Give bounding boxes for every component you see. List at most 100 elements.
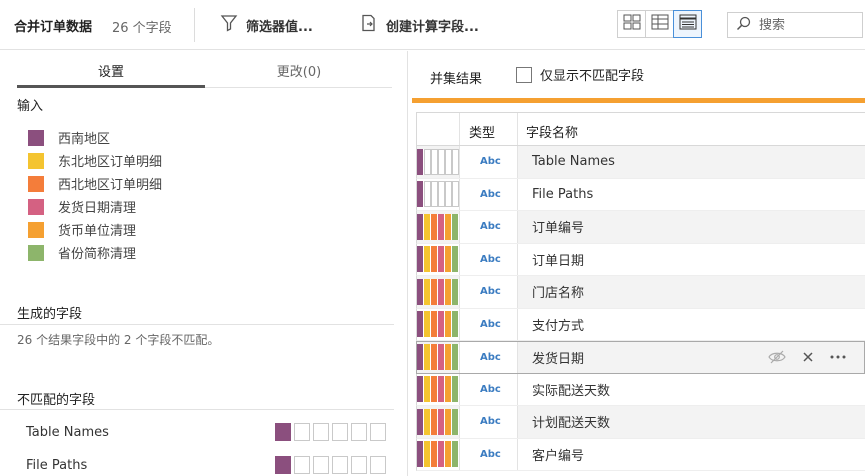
input-label: 发货日期清理: [58, 201, 137, 216]
more-options-icon[interactable]: [830, 355, 846, 359]
color-strip: [417, 311, 459, 338]
input-presence-cell: [445, 213, 452, 240]
input-presence-cell: [417, 148, 424, 175]
mismatched-field-row[interactable]: File Paths: [26, 454, 386, 476]
field-name-cell[interactable]: File Paths: [518, 179, 865, 211]
field-type-cell[interactable]: Abc: [460, 276, 518, 308]
field-name-cell[interactable]: 客户编号: [518, 439, 865, 471]
profile-view-button[interactable]: [617, 10, 646, 38]
input-presence-cell: [431, 213, 438, 240]
view-toggle-group: [617, 10, 702, 38]
input-presence-cell: [452, 408, 459, 435]
input-presence-cell: [452, 246, 459, 273]
tab-changes[interactable]: 更改(0): [205, 61, 393, 80]
field-row[interactable]: Abc 订单日期: [416, 243, 865, 276]
input-presence-cell: [452, 148, 459, 175]
input-label: 西南地区: [58, 132, 111, 147]
field-row[interactable]: Abc Table Names: [416, 146, 865, 179]
input-presence-cell: [452, 311, 459, 338]
field-row[interactable]: Abc 实际配送天数: [416, 373, 865, 406]
input-presence-cell: [438, 181, 445, 208]
input-presence-cell: [424, 344, 431, 371]
input-presence-cell: [431, 376, 438, 403]
list-view-button[interactable]: [673, 10, 702, 38]
field-name-cell[interactable]: 计划配送天数: [518, 406, 865, 438]
field-row[interactable]: Abc File Paths: [416, 178, 865, 211]
field-row[interactable]: Abc 门店名称: [416, 276, 865, 309]
input-item[interactable]: 发货日期清理: [28, 195, 162, 218]
filter-values-button[interactable]: 筛选器值...: [220, 14, 313, 36]
tab-settings[interactable]: 设置: [17, 61, 205, 80]
input-color-strip: [417, 178, 460, 210]
field-type-cell[interactable]: Abc: [460, 308, 518, 340]
input-color-strip: [417, 276, 460, 308]
input-color-swatch: [28, 152, 44, 169]
presence-cell: [351, 456, 367, 474]
input-presence-cell: [445, 408, 452, 435]
type-column-header[interactable]: 类型: [460, 113, 518, 145]
data-grid-view-button[interactable]: [645, 10, 674, 38]
remove-field-icon[interactable]: [802, 351, 814, 363]
mismatched-field-row[interactable]: Table Names: [26, 421, 386, 443]
input-presence-cell: [431, 278, 438, 305]
input-item[interactable]: 东北地区订单明细: [28, 149, 162, 172]
input-presence-cell: [417, 376, 424, 403]
field-type-cell[interactable]: Abc: [460, 438, 518, 470]
search-input[interactable]: [759, 17, 854, 33]
field-count: 26 个字段: [112, 21, 172, 36]
field-name-cell[interactable]: 实际配送天数: [518, 374, 865, 406]
field-row[interactable]: Abc 订单编号: [416, 211, 865, 244]
hide-field-icon[interactable]: [768, 350, 786, 364]
show-mismatched-only-checkbox[interactable]: [516, 66, 532, 83]
input-item[interactable]: 西南地区: [28, 126, 162, 149]
field-name-cell[interactable]: 支付方式: [518, 309, 865, 341]
field-type-cell[interactable]: Abc: [460, 211, 518, 243]
field-type-cell[interactable]: Abc: [460, 342, 518, 373]
field-row[interactable]: Abc 客户编号: [416, 438, 865, 471]
field-name-cell[interactable]: 门店名称: [518, 276, 865, 308]
field-name-cell[interactable]: Table Names: [518, 146, 865, 178]
field-row[interactable]: Abc 计划配送天数: [416, 406, 865, 439]
presence-cell: [275, 456, 291, 474]
field-name-cell[interactable]: 订单编号: [518, 211, 865, 243]
union-results-header: 并集结果 仅显示不匹配字段: [409, 51, 865, 98]
field-type-cell[interactable]: Abc: [460, 406, 518, 438]
filter-values-label: 筛选器值...: [246, 19, 313, 35]
field-name-cell[interactable]: 订单日期: [518, 244, 865, 276]
input-item[interactable]: 省份简称清理: [28, 241, 162, 264]
input-presence-cell: [424, 213, 431, 240]
field-type-cell[interactable]: Abc: [460, 243, 518, 275]
input-item[interactable]: 货币单位清理: [28, 218, 162, 241]
string-type-icon: Abc: [480, 221, 501, 233]
input-presence-cell: [431, 344, 438, 371]
field-type-cell[interactable]: Abc: [460, 373, 518, 405]
input-color-strip: [417, 342, 460, 373]
presence-cell: [332, 423, 348, 441]
field-type-cell[interactable]: Abc: [460, 178, 518, 210]
input-presence-cell: [424, 441, 431, 468]
input-presence-cell: [424, 278, 431, 305]
color-strip: [417, 441, 459, 468]
input-presence-cell: [417, 441, 424, 468]
input-presence-cell: [438, 213, 445, 240]
mismatched-fields-heading: 不匹配的字段: [17, 393, 96, 408]
input-color-swatch: [28, 244, 44, 261]
field-name-column-header[interactable]: 字段名称: [518, 113, 865, 145]
show-mismatched-only-toggle[interactable]: 仅显示不匹配字段: [516, 65, 644, 84]
input-presence-cell: [424, 148, 431, 175]
input-presence-cell: [438, 311, 445, 338]
input-presence-cell: [445, 441, 452, 468]
input-presence-cell: [424, 376, 431, 403]
input-color-strip: [417, 438, 460, 470]
union-results-title: 并集结果: [430, 72, 483, 87]
input-presence-cell: [445, 246, 452, 273]
divider: [0, 409, 394, 410]
create-calculated-field-button[interactable]: 创建计算字段...: [360, 14, 479, 36]
input-presence-cell: [445, 278, 452, 305]
search-field[interactable]: [727, 12, 863, 38]
field-row[interactable]: Abc 支付方式: [416, 308, 865, 341]
presence-cell: [275, 423, 291, 441]
field-row[interactable]: Abc 发货日期: [416, 341, 865, 374]
field-type-cell[interactable]: Abc: [460, 146, 518, 178]
input-item[interactable]: 西北地区订单明细: [28, 172, 162, 195]
